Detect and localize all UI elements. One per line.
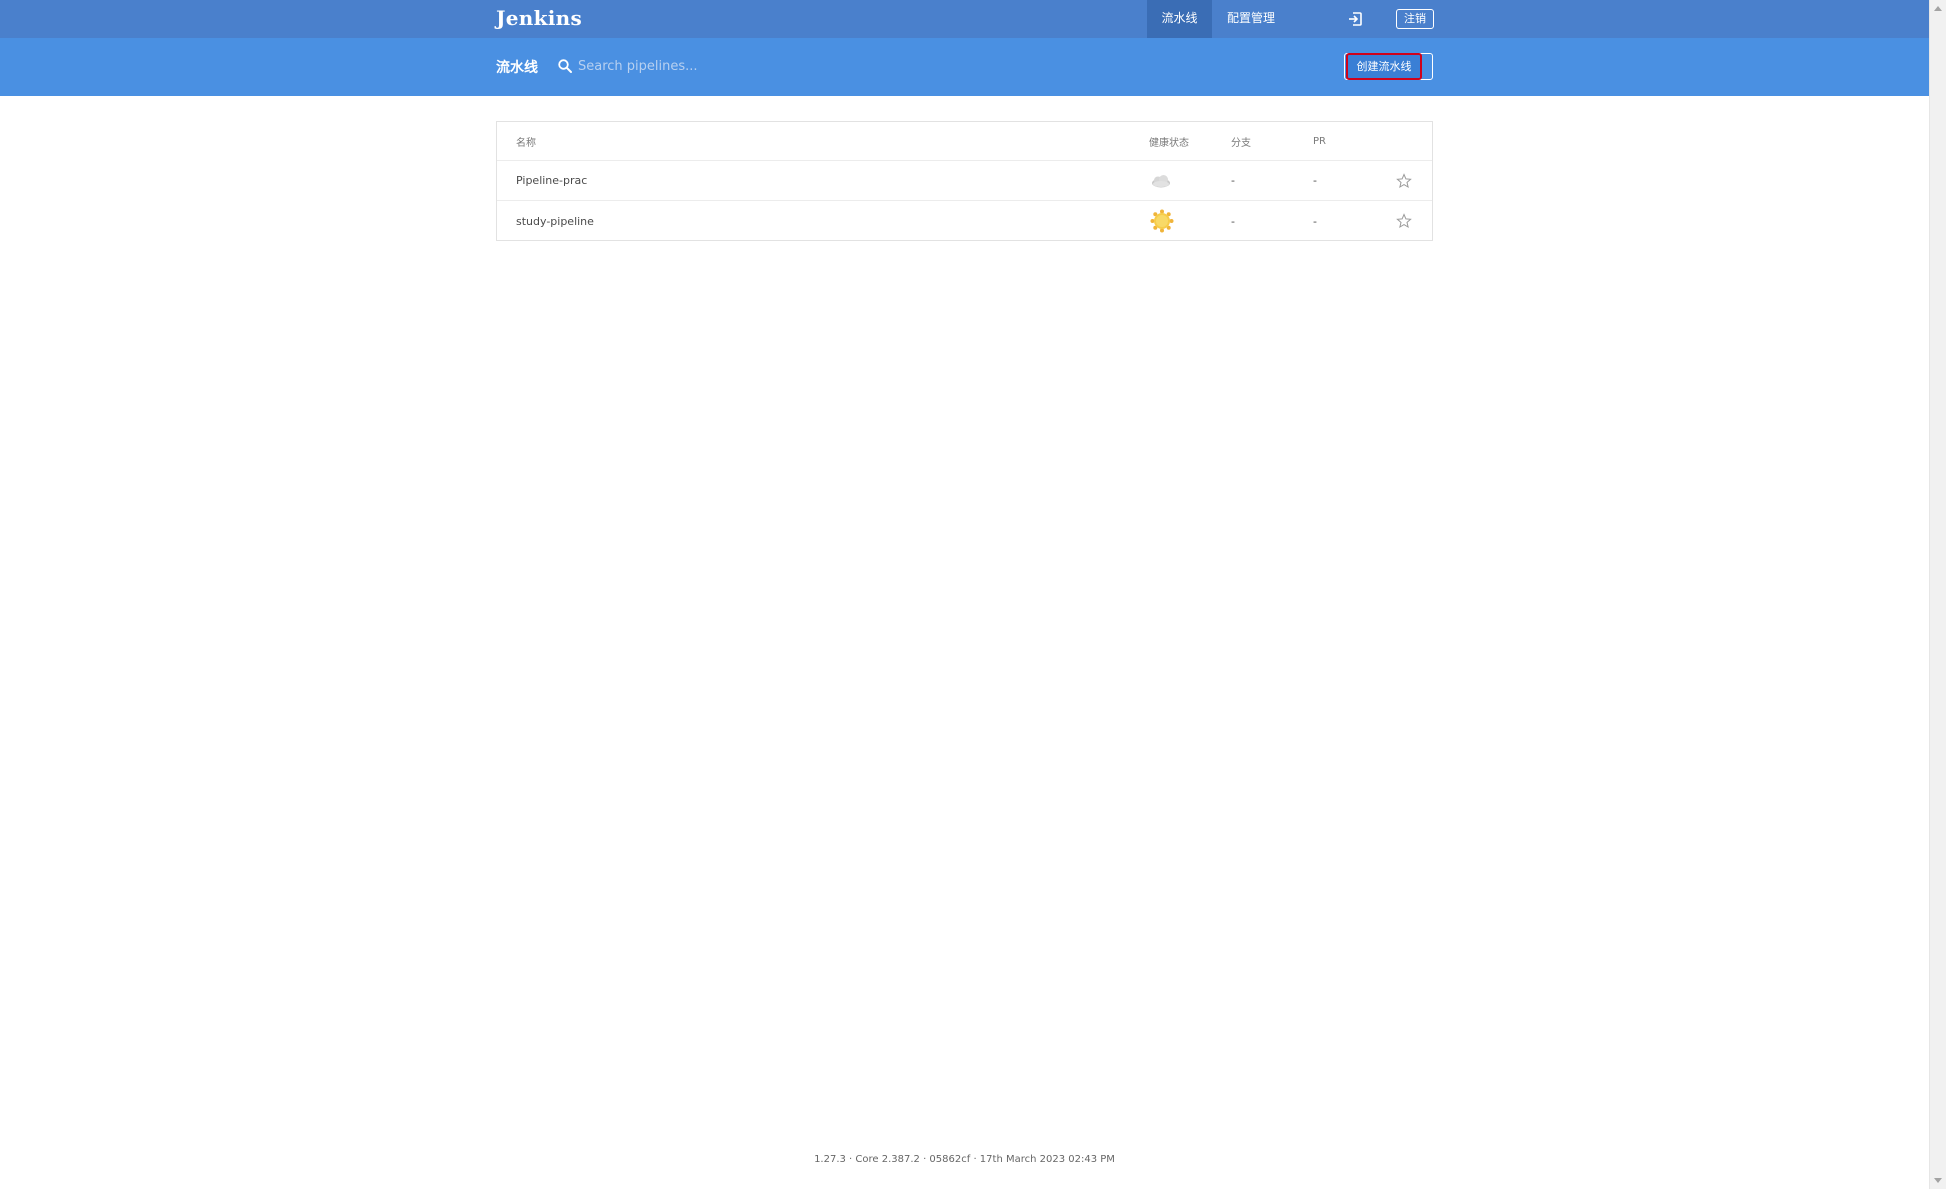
create-pipeline-button[interactable]: 创建流水线 [1346,53,1422,80]
search-input[interactable] [578,53,878,79]
version-footer: 1.27.3 · Core 2.387.2 · 05862cf · 17th M… [814,1154,1115,1165]
nav-tab-pipelines[interactable]: 流水线 [1147,0,1212,38]
pipelines-table: 名称 健康状态 分支 PR Pipeline-prac - - study-pi… [496,121,1433,241]
star-icon[interactable] [1396,213,1412,229]
jenkins-logo[interactable]: Jenkins [496,6,582,30]
column-header-pr[interactable]: PR [1313,122,1326,160]
column-header-branch[interactable]: 分支 [1231,122,1251,160]
scroll-down-arrow-icon[interactable] [1934,1178,1942,1183]
search-icon [558,59,572,73]
page: Jenkins 流水线 配置管理 注销 流水线 创建流水线 名称 健康状态 分支… [0,0,1929,1189]
pipeline-name[interactable]: Pipeline-prac [516,161,587,200]
vertical-scrollbar[interactable] [1929,0,1946,1189]
logout-button[interactable]: 注销 [1396,9,1434,29]
sunny-weather-icon [1150,209,1174,233]
table-row[interactable]: study-pipeline - - [497,201,1432,241]
favorite-toggle[interactable] [1396,161,1412,200]
health-status [1149,161,1175,200]
top-header: Jenkins 流水线 配置管理 注销 [0,0,1929,38]
table-header-row: 名称 健康状态 分支 PR [497,122,1432,161]
pipeline-name[interactable]: study-pipeline [516,201,594,241]
pr-count: - [1313,214,1317,228]
table-row[interactable]: Pipeline-prac - - [497,161,1432,201]
sign-in-icon[interactable] [1347,11,1363,27]
branch-count: - [1231,174,1235,187]
star-icon[interactable] [1396,172,1412,189]
column-header-health[interactable]: 健康状态 [1149,122,1189,160]
nav-tab-administration[interactable]: 配置管理 [1212,0,1290,38]
column-header-name[interactable]: 名称 [516,122,536,160]
page-title: 流水线 [496,60,538,76]
sub-header: 流水线 创建流水线 [0,38,1929,96]
favorite-toggle[interactable] [1396,201,1412,241]
scroll-up-arrow-icon[interactable] [1934,6,1942,11]
pr-count: - [1313,174,1317,187]
branch-count: - [1231,214,1235,228]
cloudy-weather-icon [1152,174,1170,187]
health-status [1149,201,1175,241]
